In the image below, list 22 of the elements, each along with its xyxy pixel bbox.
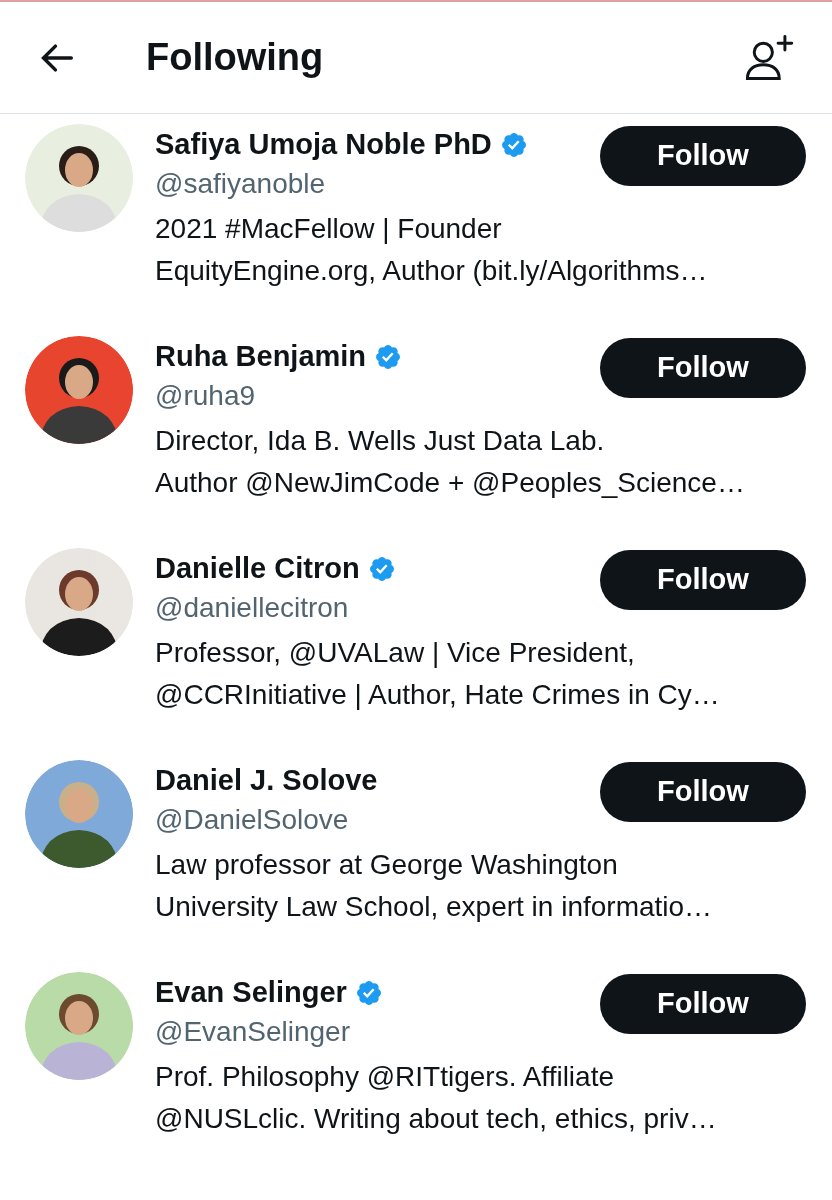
page-title: Following (146, 35, 324, 80)
account-bio: 2021 #MacFellow | Founder EquityEngine.org, Author (bit.ly/Algorithms… (155, 212, 709, 288)
add-person-icon[interactable] (744, 32, 794, 83)
follow-button[interactable]: Follow (600, 762, 806, 822)
account-handle[interactable]: @DanielSolove (155, 802, 600, 838)
account-bio: Prof. Philosophy @RITtigers. Affiliate @NUSLclic. Writing about tech, ethics, priv… (155, 1060, 718, 1136)
follow-button[interactable]: Follow (600, 338, 806, 398)
account-bio: Law professor at George Washington University Law School, expert in informatio… (155, 848, 714, 924)
follow-button[interactable]: Follow (600, 974, 806, 1034)
account-bio: Professor, @UVALaw | Vice President, @CCRInitiative | Author, Hate Crimes in Cy… (155, 636, 721, 712)
account-handle[interactable]: @ruha9 (155, 378, 600, 414)
follow-button[interactable]: Follow (600, 550, 806, 610)
account-name[interactable]: Danielle Citron (155, 547, 360, 591)
account-name[interactable]: Ruha Benjamin (155, 335, 367, 379)
follow-button[interactable]: Follow (600, 126, 806, 186)
account-name[interactable]: Daniel J. Solove (155, 759, 378, 803)
account-handle[interactable]: @daniellecitron (155, 590, 600, 626)
account-name[interactable]: Evan Selinger (155, 971, 347, 1015)
account-name[interactable]: Safiya Umoja Noble PhD (155, 123, 492, 167)
account-bio: Director, Ida B. Wells Just Data Lab. Author @NewJimCode + @Peoples_Science… (155, 424, 746, 500)
account-handle[interactable]: @safiyanoble (155, 166, 600, 202)
account-handle[interactable]: @EvanSelinger (155, 1014, 600, 1050)
